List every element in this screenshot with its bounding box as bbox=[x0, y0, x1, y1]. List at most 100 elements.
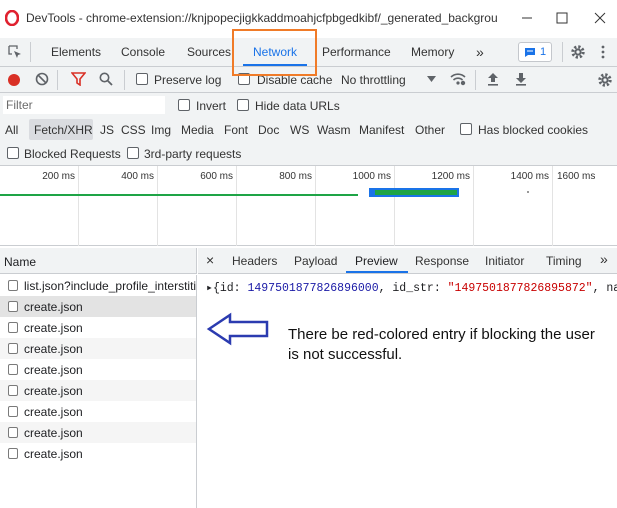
timeline-dot bbox=[527, 191, 529, 193]
tab-timing[interactable]: Timing bbox=[546, 254, 582, 268]
request-name: create.json bbox=[24, 362, 83, 377]
more-detail-tabs-button[interactable]: » bbox=[600, 251, 608, 267]
blocked-filter-row: Blocked Requests 3rd-party requests bbox=[0, 141, 617, 166]
type-css[interactable]: CSS bbox=[121, 123, 146, 137]
request-list: list.json?include_profile_interstitial_t… bbox=[0, 275, 197, 508]
file-icon bbox=[8, 280, 18, 291]
list-item[interactable]: create.json bbox=[0, 338, 196, 359]
tick-label: 200 ms bbox=[42, 171, 75, 182]
invert-checkbox[interactable] bbox=[178, 99, 190, 111]
issues-count: 1 bbox=[539, 46, 547, 58]
gridline bbox=[157, 166, 158, 246]
type-other[interactable]: Other bbox=[415, 123, 445, 137]
file-icon bbox=[8, 385, 18, 396]
third-party-checkbox[interactable] bbox=[127, 147, 139, 159]
type-wasm[interactable]: Wasm bbox=[317, 123, 351, 137]
divider bbox=[562, 42, 563, 62]
type-ws[interactable]: WS bbox=[290, 123, 309, 137]
type-fetch-xhr[interactable]: Fetch/XHR bbox=[34, 123, 93, 137]
left-arrow-annotation bbox=[206, 312, 270, 346]
list-item[interactable]: create.json bbox=[0, 443, 196, 464]
request-name: create.json bbox=[24, 446, 83, 461]
type-js[interactable]: JS bbox=[100, 123, 114, 137]
request-name: create.json bbox=[24, 320, 83, 335]
throttling-select[interactable]: No throttling bbox=[341, 73, 406, 87]
type-img[interactable]: Img bbox=[151, 123, 171, 137]
tab-console[interactable]: Console bbox=[121, 38, 165, 66]
tick-label: 800 ms bbox=[279, 171, 312, 182]
search-icon[interactable] bbox=[99, 72, 113, 86]
json-preview-line[interactable]: ▸{id: 1497501877826896000, id_str: "1497… bbox=[206, 280, 617, 295]
export-har-icon[interactable] bbox=[515, 72, 527, 86]
name-column-header[interactable]: Name bbox=[4, 255, 36, 269]
close-window-button[interactable] bbox=[590, 8, 610, 28]
network-settings-gear-icon[interactable] bbox=[597, 72, 613, 88]
inspect-element-icon[interactable] bbox=[8, 45, 22, 59]
request-name: create.json bbox=[24, 341, 83, 356]
annotation-text: There be red-colored entry if blocking t… bbox=[288, 326, 595, 363]
list-item[interactable]: create.json bbox=[0, 380, 196, 401]
request-name: list.json?include_profile_interstitial_t… bbox=[24, 278, 196, 293]
blocked-requests-label: Blocked Requests bbox=[24, 147, 121, 161]
tab-elements[interactable]: Elements bbox=[51, 38, 101, 66]
type-font[interactable]: Font bbox=[224, 123, 248, 137]
tab-payload[interactable]: Payload bbox=[294, 254, 337, 268]
minimize-button[interactable] bbox=[517, 8, 537, 28]
more-options-icon[interactable] bbox=[600, 45, 606, 59]
list-item[interactable]: create.json bbox=[0, 359, 196, 380]
list-item[interactable]: create.json bbox=[0, 401, 196, 422]
has-blocked-cookies-checkbox[interactable] bbox=[460, 123, 472, 135]
divider bbox=[30, 42, 31, 62]
tick-label: 1400 ms bbox=[510, 171, 549, 182]
type-doc[interactable]: Doc bbox=[258, 123, 279, 137]
list-item[interactable]: create.json bbox=[0, 296, 196, 317]
maximize-button[interactable] bbox=[552, 8, 572, 28]
tab-performance[interactable]: Performance bbox=[322, 38, 391, 66]
close-detail-button[interactable]: × bbox=[206, 252, 214, 268]
json-key: id bbox=[219, 282, 234, 295]
request-name: create.json bbox=[24, 404, 83, 419]
filter-input[interactable] bbox=[3, 96, 165, 114]
issues-badge[interactable]: 1 bbox=[518, 42, 552, 62]
divider bbox=[475, 70, 476, 90]
import-har-icon[interactable] bbox=[487, 72, 499, 86]
json-brace: { bbox=[212, 282, 220, 295]
list-item[interactable]: create.json bbox=[0, 422, 196, 443]
blocked-requests-checkbox[interactable] bbox=[7, 147, 19, 159]
list-item[interactable]: create.json bbox=[0, 317, 196, 338]
has-blocked-cookies-label: Has blocked cookies bbox=[478, 123, 589, 137]
gridline bbox=[394, 166, 395, 246]
message-icon bbox=[524, 47, 536, 58]
tab-headers[interactable]: Headers bbox=[232, 254, 277, 268]
network-conditions-wifi-icon[interactable] bbox=[450, 72, 466, 86]
divider bbox=[57, 70, 58, 90]
tick-label: 1000 ms bbox=[352, 171, 391, 182]
tab-sources[interactable]: Sources bbox=[187, 38, 231, 66]
third-party-label: 3rd-party requests bbox=[144, 147, 242, 161]
dropdown-arrow-icon[interactable] bbox=[427, 76, 436, 82]
more-tabs-button[interactable]: » bbox=[476, 38, 484, 66]
tab-preview[interactable]: Preview bbox=[355, 254, 398, 268]
settings-gear-icon[interactable] bbox=[570, 44, 586, 60]
type-all[interactable]: All bbox=[5, 123, 18, 137]
tab-response[interactable]: Response bbox=[415, 254, 469, 268]
preserve-log-checkbox[interactable] bbox=[136, 73, 148, 85]
clear-icon[interactable] bbox=[35, 72, 49, 86]
gridline bbox=[315, 166, 316, 246]
timeline-bar-green-inner bbox=[375, 190, 457, 195]
file-icon bbox=[8, 343, 18, 354]
network-overview-timeline[interactable]: 200 ms 400 ms 600 ms 800 ms 1000 ms 1200… bbox=[0, 166, 617, 246]
expand-triangle-icon[interactable]: ▸ bbox=[206, 282, 213, 295]
tab-memory[interactable]: Memory bbox=[411, 38, 454, 66]
window-title: DevTools - chrome-extension://knjpopecji… bbox=[26, 11, 498, 25]
timeline-bar-green bbox=[0, 194, 358, 196]
tab-initiator[interactable]: Initiator bbox=[485, 254, 524, 268]
json-string: "1497501877826895872" bbox=[447, 282, 593, 295]
filter-funnel-icon[interactable] bbox=[71, 72, 86, 86]
hide-data-urls-checkbox[interactable] bbox=[237, 99, 249, 111]
list-item[interactable]: list.json?include_profile_interstitial_t… bbox=[0, 275, 196, 296]
record-button[interactable] bbox=[7, 73, 21, 87]
type-manifest[interactable]: Manifest bbox=[359, 123, 404, 137]
type-media[interactable]: Media bbox=[181, 123, 214, 137]
json-key: name bbox=[606, 282, 617, 295]
